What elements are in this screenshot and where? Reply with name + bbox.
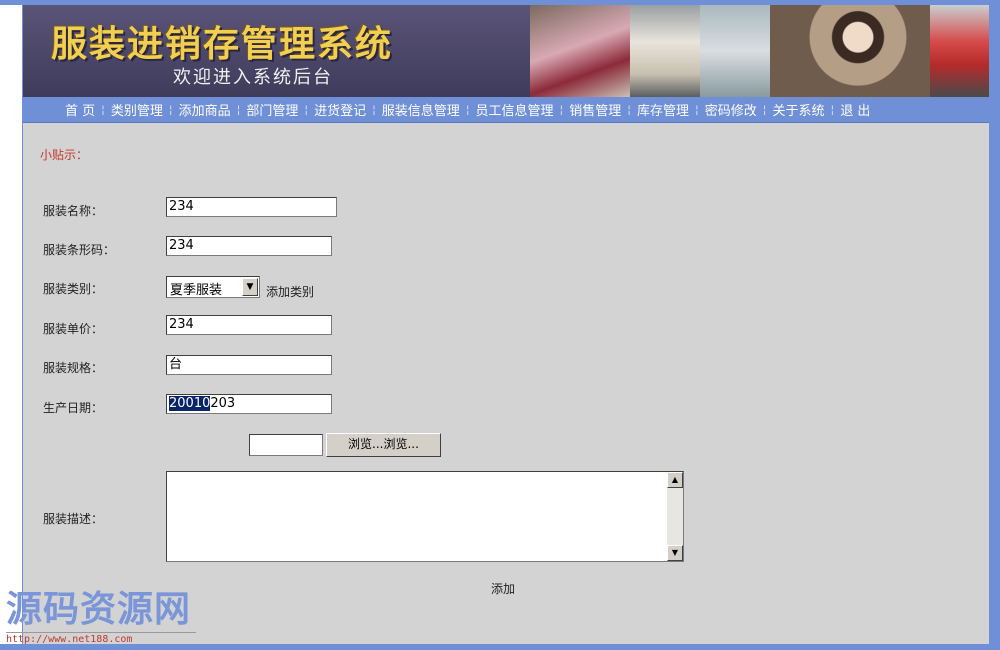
header-banner: 服装进销存管理系统 欢迎进入系统后台	[23, 5, 989, 97]
banner-photo-3	[700, 5, 770, 97]
nav-separator: ¦	[372, 103, 376, 116]
nav-separator: ¦	[101, 103, 105, 116]
description-scrollbar[interactable]: ▲ ▼	[667, 472, 683, 561]
app-title: 服装进销存管理系统	[51, 23, 394, 65]
barcode-label: 服装条形码：	[43, 243, 116, 257]
file-path-input[interactable]	[249, 434, 323, 456]
nav-about[interactable]: 关于系统	[772, 100, 824, 119]
barcode-input[interactable]: 234	[166, 236, 332, 256]
date-selected-text: 20010	[169, 396, 211, 411]
nav-staff-info[interactable]: 员工信息管理	[476, 100, 554, 119]
nav-sales-manage[interactable]: 销售管理	[569, 100, 621, 119]
nav-home[interactable]: 首 页	[65, 100, 95, 119]
category-selected-value: 夏季服装	[170, 283, 223, 298]
nav-logout[interactable]: 退 出	[840, 100, 870, 119]
scroll-down-icon[interactable]: ▼	[667, 545, 683, 561]
nav-separator: ¦	[695, 103, 699, 116]
nav-inventory-manage[interactable]: 库存管理	[637, 100, 689, 119]
main-nav: 首 页 ¦ 类别管理 ¦ 添加商品 ¦ 部门管理 ¦ 进货登记 ¦ 服装信息管理 ¦ 员工信…	[23, 97, 989, 123]
nav-add-product[interactable]: 添加商品	[179, 100, 231, 119]
name-label: 服装名称：	[43, 204, 104, 218]
nav-purchase-register[interactable]: 进货登记	[314, 100, 366, 119]
page-frame: 服装进销存管理系统 欢迎进入系统后台 首 页 ¦ 类别管理 ¦ 添加商品 ¦ 部门管理…	[22, 5, 990, 650]
nav-password-change[interactable]: 密码修改	[705, 100, 757, 119]
nav-separator: ¦	[559, 103, 564, 116]
nav-separator: ¦	[236, 103, 241, 116]
banner-photo-2	[630, 5, 700, 97]
browse-button[interactable]: 浏览...浏览...	[326, 433, 441, 457]
nav-department-manage[interactable]: 部门管理	[246, 100, 298, 119]
nav-separator: ¦	[627, 103, 631, 116]
date-label: 生产日期：	[43, 401, 104, 415]
spec-label: 服装规格：	[43, 361, 104, 375]
nav-category-manage[interactable]: 类别管理	[111, 100, 163, 119]
banner-photo-5	[930, 5, 989, 97]
category-label: 服装类别：	[43, 282, 104, 296]
spec-input[interactable]: 台	[166, 355, 332, 375]
add-category-link[interactable]: 添加类别	[266, 283, 314, 300]
nav-clothing-info[interactable]: 服装信息管理	[382, 100, 460, 119]
category-select[interactable]: 夏季服装 ▼	[166, 276, 260, 298]
nav-separator: ¦	[168, 103, 173, 116]
app-subtitle: 欢迎进入系统后台	[173, 67, 333, 88]
banner-photo-4	[770, 5, 930, 97]
banner-photo-1	[530, 5, 630, 97]
description-label: 服装描述：	[43, 512, 104, 526]
description-textarea[interactable]: ▲ ▼	[166, 471, 684, 562]
price-label: 服装单价：	[43, 322, 104, 336]
date-rest-text: 203	[210, 396, 236, 411]
watermark-url: http://www.net188.com	[6, 632, 196, 645]
chevron-down-icon[interactable]: ▼	[242, 278, 258, 296]
name-input[interactable]: 234	[166, 197, 337, 217]
scroll-up-icon[interactable]: ▲	[667, 472, 683, 488]
tip-label: 小贴示：	[40, 148, 89, 162]
nav-separator: ¦	[465, 103, 470, 116]
watermark: 源码资源网 http://www.net188.com	[6, 580, 196, 645]
watermark-text: 源码资源网	[6, 588, 192, 630]
nav-separator: ¦	[762, 103, 767, 116]
price-input[interactable]: 234	[166, 315, 332, 335]
nav-separator: ¦	[304, 103, 309, 116]
add-button[interactable]: 添加	[491, 580, 515, 597]
nav-separator: ¦	[830, 103, 835, 116]
date-input[interactable]: 20010203	[166, 394, 332, 414]
window-right-border	[989, 0, 1000, 650]
